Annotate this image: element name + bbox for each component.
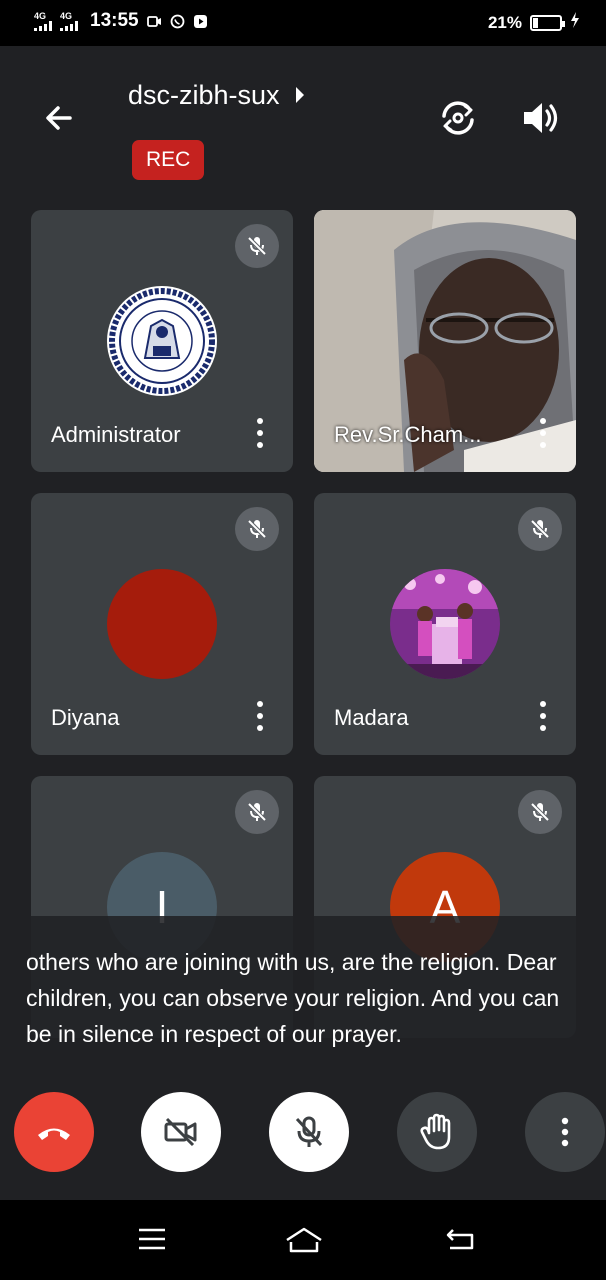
phone-hangup-icon: [38, 1128, 70, 1140]
mic-muted-icon: [518, 790, 562, 834]
camera-off-button[interactable]: [141, 1092, 221, 1172]
status-bar: 4G 4G 13:55 21%: [0, 0, 606, 46]
participant-name: Madara: [334, 705, 409, 730]
mic-muted-icon: [235, 790, 279, 834]
switch-camera-icon[interactable]: [436, 96, 480, 140]
mic-off-icon: [295, 1116, 323, 1147]
recording-badge: REC: [132, 140, 205, 180]
avatar: [390, 569, 500, 679]
status-left: 4G 4G 13:55: [34, 10, 208, 32]
back-icon[interactable]: [444, 1226, 480, 1256]
whatsapp-icon: [170, 14, 185, 29]
back-arrow-icon[interactable]: [40, 98, 80, 138]
speaker-icon[interactable]: [518, 96, 562, 140]
more-options-button[interactable]: [525, 1092, 605, 1172]
avatar: [107, 286, 217, 396]
mic-off-button[interactable]: [269, 1092, 349, 1172]
profile-photo: [390, 569, 500, 679]
participant-tile[interactable]: Madara: [314, 493, 576, 755]
youtube-icon: [193, 14, 208, 29]
participant-tile[interactable]: Rev.Sr.Cham...: [314, 210, 576, 472]
more-vert-icon[interactable]: [536, 701, 550, 731]
charging-icon: [570, 12, 580, 33]
participant-name: Diyana: [51, 705, 120, 730]
participant-tile[interactable]: Administrator: [31, 210, 293, 472]
raise-hand-icon: [420, 1113, 451, 1150]
battery-icon: [530, 14, 565, 31]
avatar: [107, 569, 217, 679]
mic-muted-icon: [235, 507, 279, 551]
meeting-code: dsc-zibh-sux: [128, 80, 280, 110]
raise-hand-button[interactable]: [397, 1092, 477, 1172]
chevron-right-icon: [294, 80, 306, 111]
videocam-off-icon: [164, 1117, 197, 1147]
signal-sim1-icon: 4G: [34, 10, 52, 31]
network-type-label: 4G: [34, 10, 47, 21]
participant-name: Rev.Sr.Cham...: [334, 422, 482, 447]
captions-overlay: others who are joining with us, are the …: [0, 916, 606, 1076]
more-vert-icon[interactable]: [253, 418, 267, 448]
call-controls: [0, 1076, 606, 1200]
more-vert-icon[interactable]: [536, 418, 550, 448]
end-call-button[interactable]: [14, 1092, 94, 1172]
system-nav-bar: [0, 1200, 606, 1280]
more-vert-icon[interactable]: [253, 701, 267, 731]
institution-seal-icon: [108, 287, 216, 395]
mic-muted-icon: [518, 507, 562, 551]
screen-record-icon: [146, 14, 162, 29]
participant-name: Administrator: [51, 422, 181, 447]
clock: 13:55: [90, 10, 139, 31]
network-type-label: 4G: [60, 10, 73, 21]
mic-muted-icon: [235, 224, 279, 268]
status-right: 21%: [488, 12, 580, 33]
battery-percent: 21%: [487, 12, 522, 32]
home-icon[interactable]: [284, 1226, 324, 1256]
participant-tile[interactable]: Diyana: [31, 493, 293, 755]
more-vert-icon: [561, 1117, 569, 1147]
meeting-title[interactable]: dsc-zibh-sux: [128, 80, 306, 111]
menu-icon[interactable]: [136, 1226, 172, 1256]
signal-sim2-icon: 4G: [60, 10, 78, 31]
caption-text: others who are joining with us, are the …: [26, 949, 560, 1047]
